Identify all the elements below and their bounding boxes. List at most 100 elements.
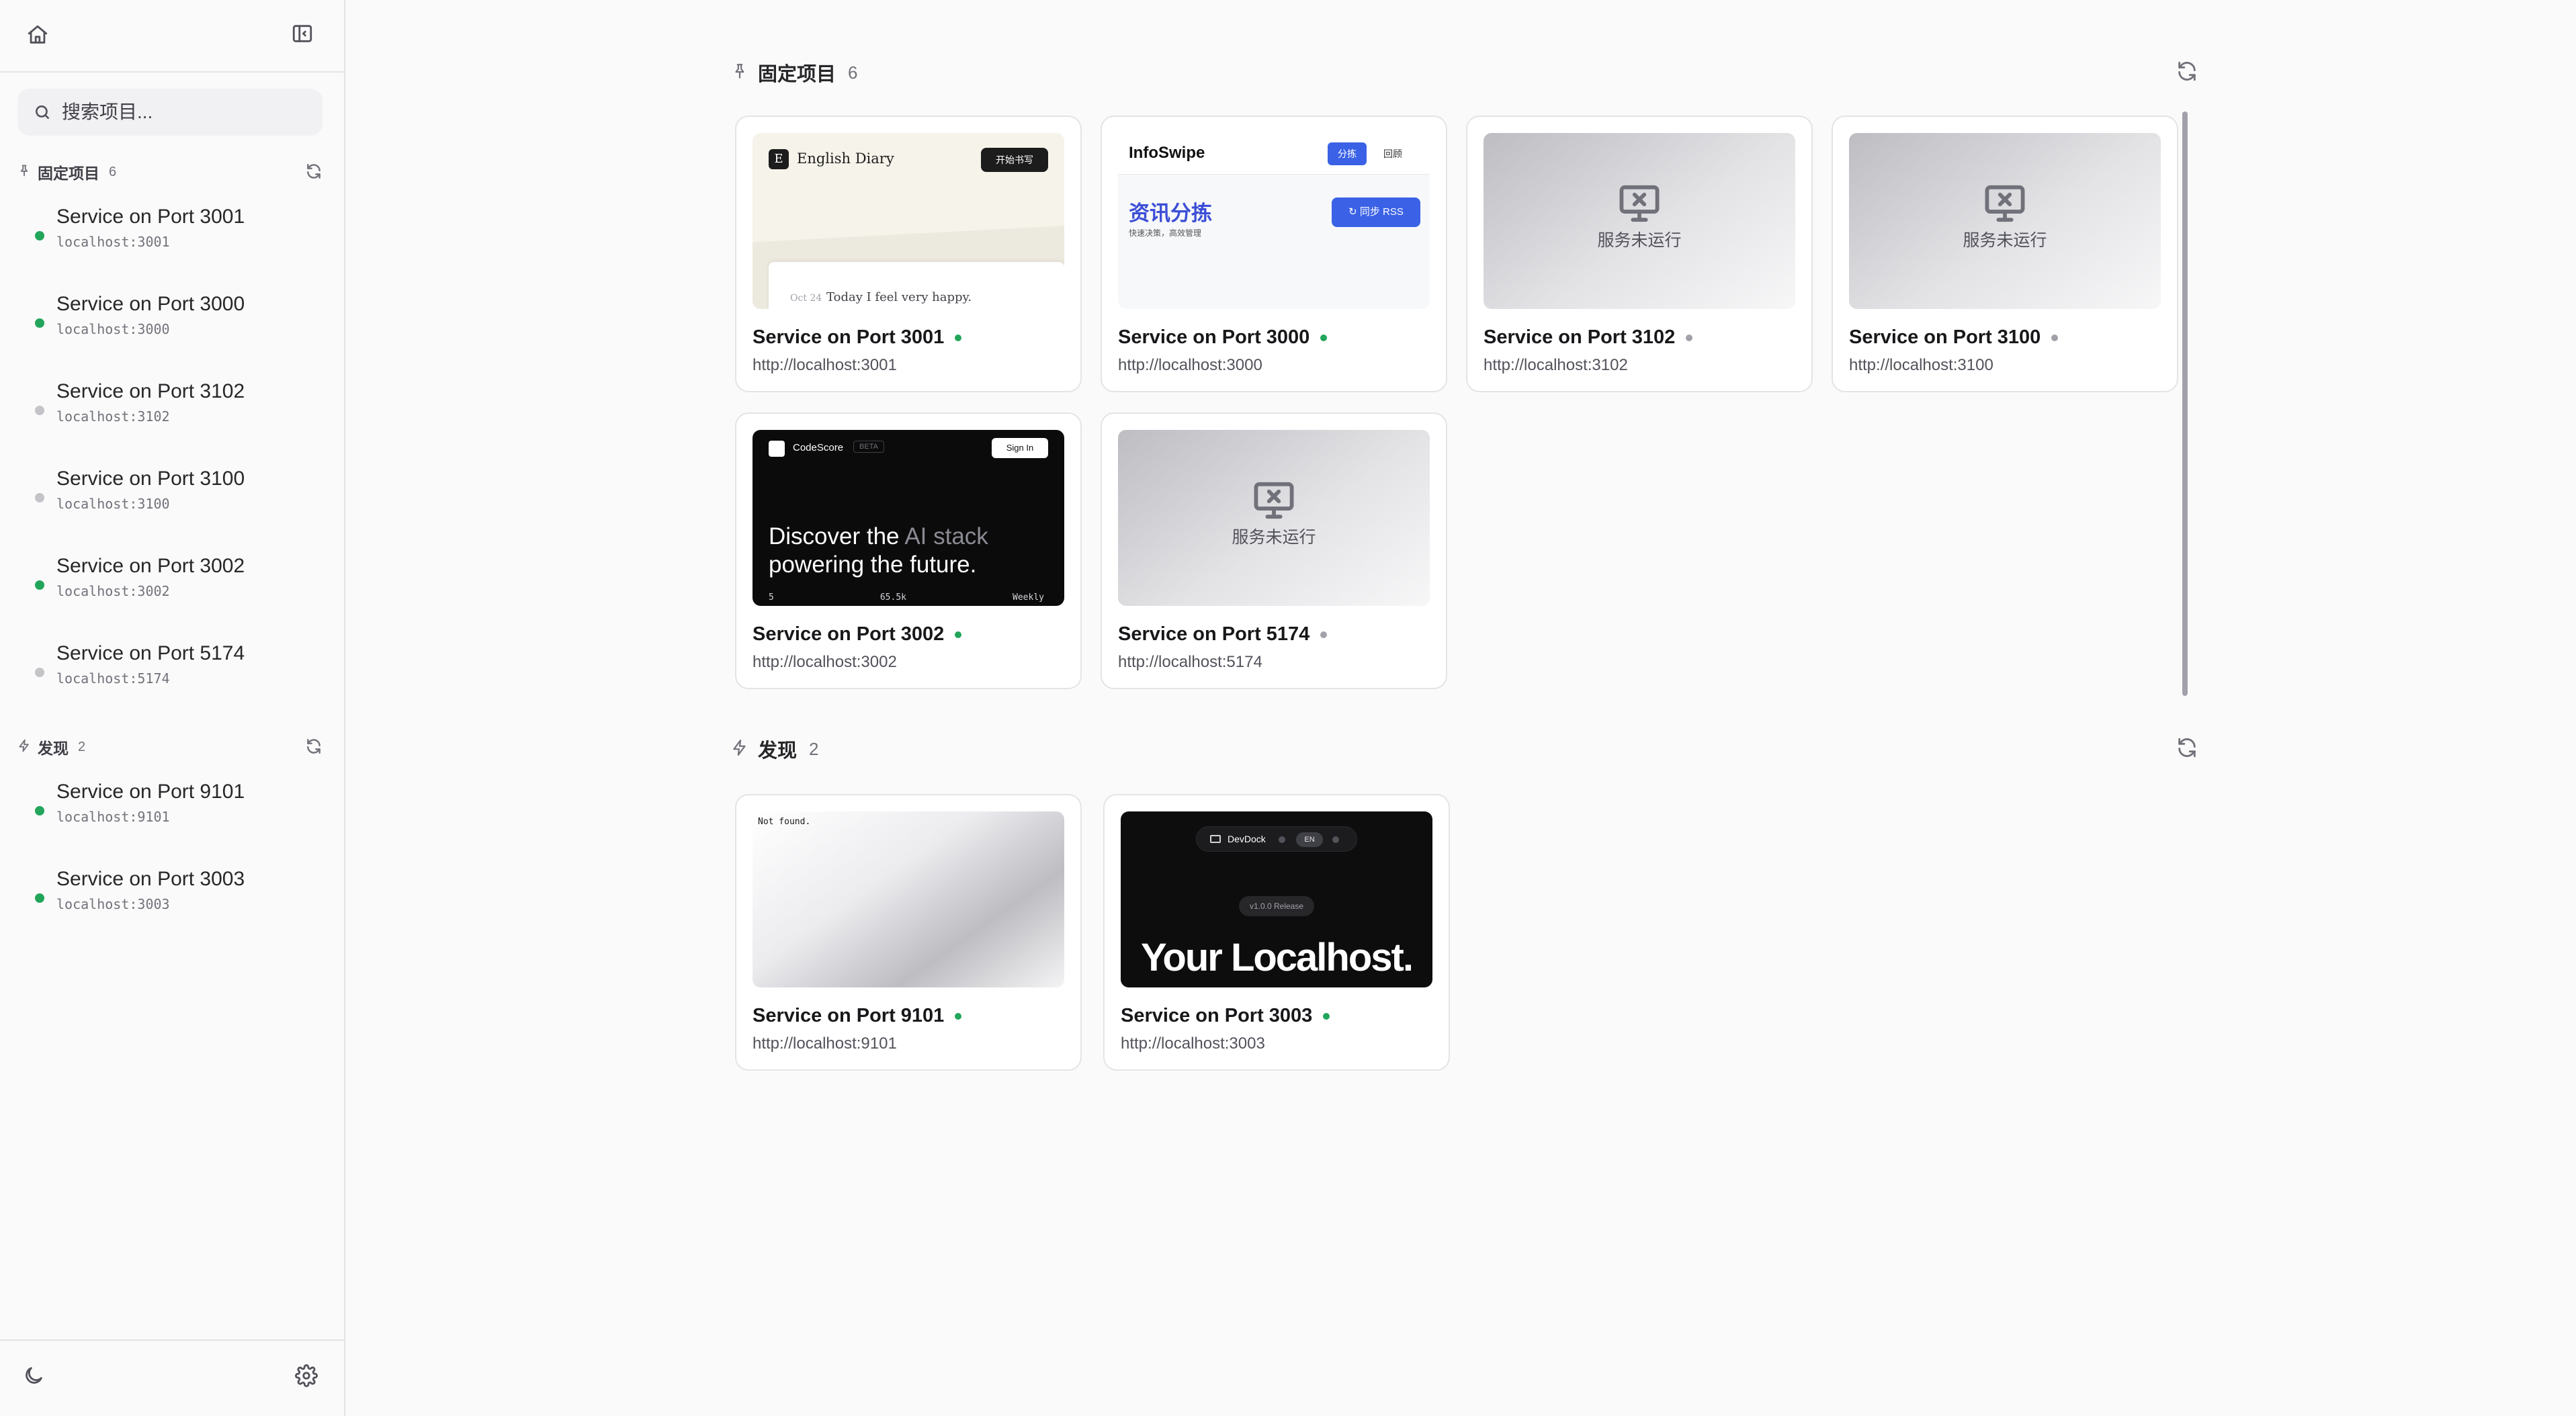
project-card-3000[interactable]: InfoSwipe 分拣 回顾 资讯分拣 快速决策，高效管理 ↻ 同步 RSS … [1101,116,1447,392]
codescore-stat: 5 [769,592,774,603]
search-input[interactable] [62,101,317,123]
offline-text: 服务未运行 [1963,231,2047,250]
card-title-text: Service on Port 5174 [1118,623,1310,645]
sidebar-discovered-title: 发现 [38,740,69,757]
card-url: http://localhost:3102 [1484,356,1628,374]
status-dot [35,318,44,328]
monitor-off-icon [1985,185,2025,222]
pin-icon [17,164,31,181]
codescore-stat: Weekly [1013,592,1044,603]
sidebar-item-5174[interactable]: Service on Port 5174 localhost:5174 [17,630,323,708]
sidebar-item-host: localhost:3001 [56,234,170,250]
codescore-stat: 65.5k [879,592,906,603]
sidebar-discovered-count: 2 [78,739,86,754]
discovered-section-header: 发现 2 [731,732,2198,766]
settings-button[interactable] [286,1356,327,1396]
refresh-icon [2178,61,2196,81]
infoswipe-brand: InfoSwipe [1129,144,1205,162]
sidebar-item-9101[interactable]: Service on Port 9101 localhost:9101 [17,768,323,846]
devdock-lang: EN [1296,832,1323,847]
home-button[interactable] [17,15,58,55]
codescore-hero-a: Discover the [769,523,905,549]
card-url: http://localhost:3002 [753,653,897,671]
offline-text: 服务未运行 [1597,231,1682,250]
sidebar-item-name: Service on Port 3100 [56,468,245,490]
collapse-sidebar-button[interactable] [282,13,323,54]
project-card-3003[interactable]: DevDock EN v1.0.0 Release Your Localhost… [1103,794,1450,1071]
theme-toggle-button[interactable] [13,1356,54,1396]
status-dot [1323,1012,1330,1020]
gear-icon [295,1364,318,1387]
status-dot [955,631,962,638]
pinned-section-title: 固定项目 [758,64,836,85]
refresh-discovered-button[interactable] [305,738,323,758]
status-dot [35,806,44,815]
refresh-discovered-main-button[interactable] [2176,736,2198,762]
status-dot [1320,631,1328,638]
devdock-release-badge: v1.0.0 Release [1239,896,1314,916]
codescore-hero: Discover the AI stack powering the futur… [769,523,988,579]
card-title-text: Service on Port 3003 [1121,1005,1313,1026]
sidebar-item-host: localhost:3002 [56,583,170,599]
offline-placeholder: 服务未运行 [1118,481,1430,548]
card-title: Service on Port 3000 [1118,326,1328,349]
diary-paper: Oct 24 Today I feel very happy. [769,262,1064,309]
sidebar-item-host: localhost:3003 [56,896,170,912]
discovered-section-count: 2 [809,738,819,759]
sidebar-pinned-header: 固定项目 6 [17,159,323,185]
preview-devdock: DevDock EN v1.0.0 Release Your Localhost… [1121,811,1432,987]
card-title: Service on Port 3001 [753,326,962,349]
pinned-section-count: 6 [848,62,858,83]
not-found-text: Not found. [758,817,811,827]
offline-placeholder: 服务未运行 [1849,184,2161,251]
sidebar-item-host: localhost:9101 [56,809,170,825]
codescore-logo-icon [769,441,785,457]
sidebar-item-name: Service on Port 9101 [56,781,245,803]
main-content: 固定项目 6 E English Diary 开始书写 Oct 24 Today… [345,0,2576,1416]
status-dot [1686,334,1693,341]
sidebar-item-3003[interactable]: Service on Port 3003 localhost:3003 [17,856,323,934]
project-card-3102[interactable]: 服务未运行 Service on Port 3102 http://localh… [1466,116,1813,392]
codescore-hero-grey: AI stack [904,523,988,549]
sidebar-item-3100[interactable]: Service on Port 3100 localhost:3100 [17,455,323,533]
sidebar-pinned-title: 固定项目 [38,165,99,182]
codescore-badge: BETA [853,441,884,453]
status-dot [35,493,44,502]
status-dot [35,668,44,677]
project-card-3002[interactable]: CodeScore BETA Sign In Discover the AI s… [735,412,1082,689]
project-card-3100[interactable]: 服务未运行 Service on Port 3100 http://localh… [1832,116,2178,392]
status-dot [35,580,44,590]
infoswipe-rss-button: ↻ 同步 RSS [1332,197,1420,227]
project-card-9101[interactable]: Not found. Service on Port 9101 http://l… [735,794,1082,1071]
status-dot [35,893,44,903]
sidebar-collapse-icon [292,25,312,42]
sidebar-item-name: Service on Port 3001 [56,206,245,228]
sidebar-item-3102[interactable]: Service on Port 3102 localhost:3102 [17,368,323,446]
preview-codescore: CodeScore BETA Sign In Discover the AI s… [753,430,1064,606]
devdock-brand: DevDock [1228,834,1266,844]
refresh-pinned-main-button[interactable] [2176,60,2198,86]
offline-placeholder: 服务未运行 [1484,184,1795,251]
sidebar-item-3002[interactable]: Service on Port 3002 localhost:3002 [17,543,323,621]
preview-offline: 服务未运行 [1849,133,2161,309]
moon-icon [26,1367,42,1384]
card-title-text: Service on Port 3000 [1118,326,1310,348]
card-url: http://localhost:3000 [1118,356,1262,374]
refresh-pinned-button[interactable] [305,163,323,183]
sidebar-item-3001[interactable]: Service on Port 3001 localhost:3001 [17,193,323,271]
infoswipe-rss-label: 同步 RSS [1359,206,1404,218]
preview-not-found: Not found. [753,811,1064,987]
status-dot [955,334,962,341]
pinned-section-header: 固定项目 6 [731,56,2198,89]
infoswipe-headline: 资讯分拣 [1129,202,1212,225]
sidebar-item-3000[interactable]: Service on Port 3000 localhost:3000 [17,281,323,359]
project-card-5174[interactable]: 服务未运行 Service on Port 5174 http://localh… [1101,412,1447,689]
card-title: Service on Port 3002 [753,623,962,646]
main-scrollbar[interactable] [2182,112,2188,696]
sidebar-pinned-count: 6 [109,164,117,179]
devdock-headline: Your Localhost. [1141,936,1414,979]
card-title: Service on Port 3102 [1484,326,1693,349]
project-card-3001[interactable]: E English Diary 开始书写 Oct 24 Today I feel… [735,116,1082,392]
preview-offline: 服务未运行 [1484,133,1795,309]
monitor-off-icon [1619,185,1660,222]
